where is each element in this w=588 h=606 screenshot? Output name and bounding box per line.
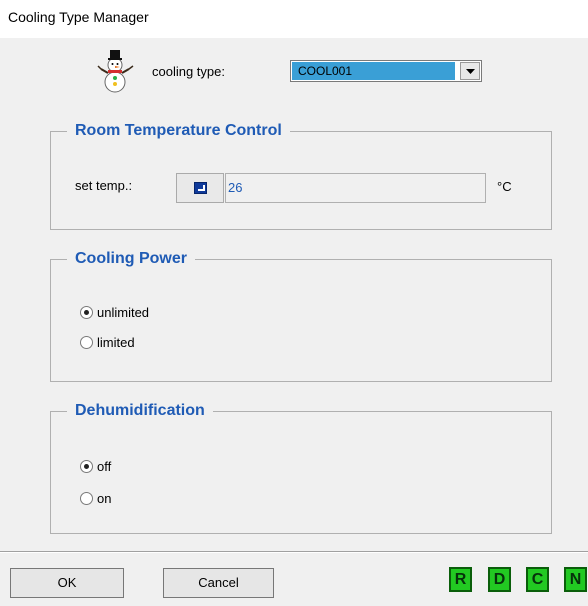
title-bar: Cooling Type Manager — [0, 0, 588, 38]
room-temperature-legend: Room Temperature Control — [75, 122, 282, 139]
ok-button[interactable]: OK — [10, 568, 124, 598]
mode-button-n[interactable]: N — [564, 567, 587, 592]
separator-highlight — [0, 552, 588, 553]
mode-button-d[interactable]: D — [488, 567, 511, 592]
temperature-edit-button[interactable] — [176, 173, 224, 203]
temperature-field[interactable]: 26 — [225, 173, 486, 203]
cooling-power-legend: Cooling Power — [75, 250, 187, 267]
radio-on-label: on — [97, 491, 112, 506]
snowman-icon — [97, 50, 134, 93]
radio-on[interactable] — [80, 492, 93, 505]
cooling-type-value: COOL001 — [292, 62, 455, 80]
set-temp-label: set temp.: — [75, 178, 133, 193]
dehumidification-legend: Dehumidification — [75, 402, 205, 419]
window-title: Cooling Type Manager — [8, 9, 149, 25]
cancel-button[interactable]: Cancel — [163, 568, 274, 598]
radio-unlimited[interactable] — [80, 306, 93, 319]
dropdown-button[interactable] — [460, 62, 480, 80]
radio-off[interactable] — [80, 460, 93, 473]
cooling-type-select[interactable]: COOL001 — [290, 60, 482, 82]
cooling-type-label: cooling type: — [152, 64, 225, 79]
radio-unlimited-label: unlimited — [97, 305, 150, 320]
mode-button-c[interactable]: C — [526, 567, 549, 592]
chevron-down-icon — [466, 69, 475, 74]
radio-off-label: off — [97, 459, 112, 474]
temperature-unit: °C — [497, 179, 512, 194]
edit-icon — [194, 182, 207, 194]
mode-button-r[interactable]: R — [449, 567, 472, 592]
radio-limited[interactable] — [80, 336, 93, 349]
dehumidification-group: Dehumidification — [50, 402, 552, 534]
radio-limited-label: limited — [97, 335, 135, 350]
